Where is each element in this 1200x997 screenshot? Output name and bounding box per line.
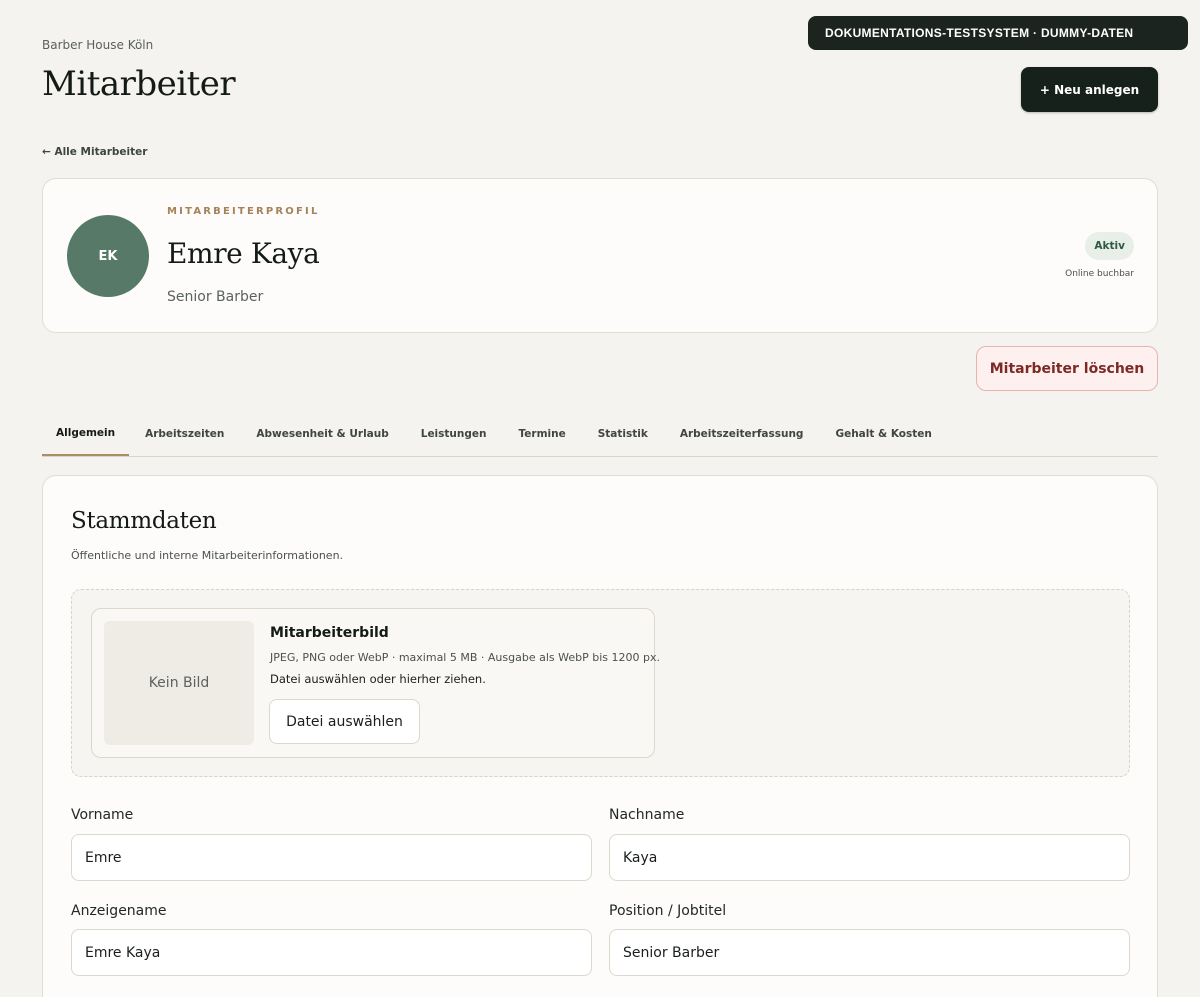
profile-card: EK MITARBEITERPROFIL Emre Kaya Senior Ba…	[42, 178, 1158, 333]
tab-termine[interactable]: Termine	[503, 412, 582, 456]
avatar: EK	[67, 215, 149, 297]
test-system-banner: DOKUMENTATIONS-TESTSYSTEM · DUMMY-DATEN	[808, 16, 1188, 50]
tab-statistik[interactable]: Statistik	[582, 412, 664, 456]
delete-employee-button[interactable]: Mitarbeiter löschen	[976, 346, 1158, 391]
profile-eyebrow: MITARBEITERPROFIL	[167, 206, 320, 217]
tab-abwesenheit-urlaub[interactable]: Abwesenheit & Urlaub	[240, 412, 404, 456]
page-title: Mitarbeiter	[42, 64, 236, 104]
choose-file-button[interactable]: Datei auswählen	[269, 699, 420, 744]
profile-role: Senior Barber	[167, 289, 264, 305]
back-to-employees-link[interactable]: ← Alle Mitarbeiter	[42, 146, 147, 158]
online-bookable-note: Online buchbar	[1065, 269, 1134, 279]
image-format-hint: JPEG, PNG oder WebP · maximal 5 MB · Aus…	[270, 651, 660, 664]
tab-bar: Allgemein Arbeitszeiten Abwesenheit & Ur…	[42, 412, 1158, 457]
image-placeholder: Kein Bild	[104, 621, 254, 745]
image-drop-hint: Datei auswählen oder hierher ziehen.	[270, 672, 486, 686]
image-upload-panel: Kein Bild Mitarbeiterbild JPEG, PNG oder…	[91, 608, 660, 758]
first-name-label: Vorname	[71, 807, 134, 823]
tab-arbeitszeiten[interactable]: Arbeitszeiten	[129, 412, 240, 456]
tab-arbeitszeiterfassung[interactable]: Arbeitszeiterfassung	[664, 412, 820, 456]
first-name-input[interactable]	[71, 834, 592, 881]
section-title: Stammdaten	[71, 508, 217, 534]
new-employee-button[interactable]: + Neu anlegen	[1021, 67, 1158, 112]
display-name-input[interactable]	[71, 929, 592, 976]
stammdaten-card: Stammdaten Öffentliche und interne Mitar…	[42, 475, 1158, 997]
studio-name: Barber House Köln	[42, 38, 154, 52]
last-name-label: Nachname	[609, 807, 685, 823]
profile-name: Emre Kaya	[167, 237, 320, 270]
last-name-input[interactable]	[609, 834, 1130, 881]
section-subtitle: Öffentliche und interne Mitarbeiterinfor…	[71, 549, 344, 562]
position-label: Position / Jobtitel	[609, 903, 727, 919]
tab-leistungen[interactable]: Leistungen	[405, 412, 503, 456]
status-badge: Aktiv	[1085, 232, 1134, 260]
image-title: Mitarbeiterbild	[270, 625, 389, 641]
position-input[interactable]	[609, 929, 1130, 976]
display-name-label: Anzeigename	[71, 903, 167, 919]
tab-allgemein[interactable]: Allgemein	[42, 412, 130, 456]
image-dropzone[interactable]: Kein Bild Mitarbeiterbild JPEG, PNG oder…	[71, 589, 1130, 777]
tab-gehalt-kosten[interactable]: Gehalt & Kosten	[819, 412, 947, 456]
